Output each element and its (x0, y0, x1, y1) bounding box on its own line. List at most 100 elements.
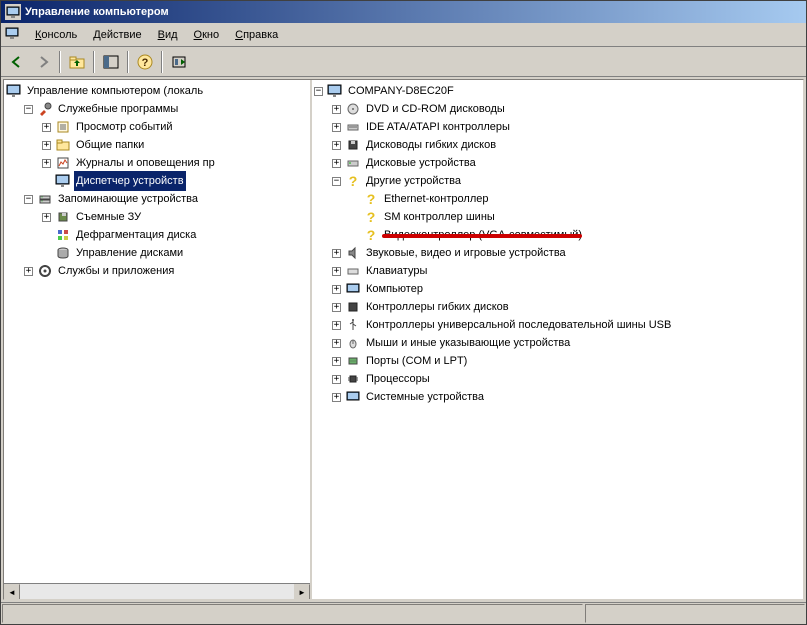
expander-plus[interactable]: + (332, 321, 341, 330)
help-button[interactable]: ? (133, 50, 157, 74)
expander-plus[interactable]: + (332, 357, 341, 366)
expander-plus[interactable]: + (332, 249, 341, 258)
sound-icon (345, 245, 361, 261)
services-apps-label[interactable]: Службы и приложения (56, 261, 176, 281)
processors-label[interactable]: Процессоры (364, 369, 432, 389)
expander-plus[interactable]: + (42, 213, 51, 222)
left-pane: Управление компьютером (локаль − Служебн… (4, 80, 312, 599)
expander-minus[interactable]: − (332, 177, 341, 186)
expander-plus[interactable]: + (24, 267, 33, 276)
computer-cat-label[interactable]: Компьютер (364, 279, 425, 299)
expander-plus[interactable]: + (332, 393, 341, 402)
usb-icon (345, 317, 361, 333)
expander-plus[interactable]: + (332, 285, 341, 294)
perf-logs-icon (55, 155, 71, 171)
computer-icon (6, 83, 22, 99)
titlebar[interactable]: Управление компьютером (1, 1, 806, 23)
svg-text:?: ? (142, 57, 149, 69)
expander-plus[interactable]: + (332, 105, 341, 114)
app-icon (5, 4, 21, 20)
menu-app-icon[interactable] (5, 27, 21, 43)
disk-drives-label[interactable]: Дисковые устройства (364, 153, 478, 173)
expander-none (42, 249, 51, 258)
floppy-drives-label[interactable]: Дисководы гибких дисков (364, 135, 498, 155)
perf-logs-label[interactable]: Журналы и оповещения пр (74, 153, 217, 173)
usb-ctrl-label[interactable]: Контроллеры универсальной последовательн… (364, 315, 673, 335)
ports-icon (345, 353, 361, 369)
toolbar-sep (161, 51, 163, 73)
cpu-icon (345, 371, 361, 387)
expander-plus[interactable]: + (332, 375, 341, 384)
floppy-ctrl-icon (345, 299, 361, 315)
disk-mgmt-icon (55, 245, 71, 261)
keyboard-icon (345, 263, 361, 279)
expander-minus[interactable]: − (24, 105, 33, 114)
ide-label[interactable]: IDE ATA/ATAPI контроллеры (364, 117, 512, 137)
forward-button[interactable] (31, 50, 55, 74)
toolbar-sep (127, 51, 129, 73)
mouse-icon (345, 335, 361, 351)
system-tools-label[interactable]: Служебные программы (56, 99, 180, 119)
defrag-label[interactable]: Дефрагментация диска (74, 225, 198, 245)
device-manager-label[interactable]: Диспетчер устройств (74, 171, 186, 191)
expander-minus[interactable]: − (314, 87, 323, 96)
sm-bus-label[interactable]: SM контроллер шины (382, 207, 497, 227)
computer-icon (327, 83, 343, 99)
red-annotation-line (382, 234, 582, 238)
dvd-icon (345, 101, 361, 117)
expander-minus[interactable]: − (24, 195, 33, 204)
disk-mgmt-label[interactable]: Управление дисками (74, 243, 185, 263)
other-devices-label[interactable]: Другие устройства (364, 171, 463, 191)
computer-root-label[interactable]: COMPANY-D8EC20F (346, 81, 456, 101)
expander-plus[interactable]: + (42, 159, 51, 168)
show-hide-tree-button[interactable] (99, 50, 123, 74)
event-viewer-label[interactable]: Просмотр событий (74, 117, 175, 137)
keyboards-label[interactable]: Клавиатуры (364, 261, 429, 281)
menu-console[interactable]: Консоль (27, 27, 85, 43)
removable-storage-label[interactable]: Съемные ЗУ (74, 207, 143, 227)
menubar: Консоль Действие Вид Окно Справка (1, 23, 806, 47)
back-button[interactable] (5, 50, 29, 74)
shared-folders-label[interactable]: Общие папки (74, 135, 146, 155)
system-devices-label[interactable]: Системные устройства (364, 387, 486, 407)
question-icon: ? (363, 227, 379, 243)
menu-help[interactable]: Справка (227, 27, 286, 43)
expander-plus[interactable]: + (332, 123, 341, 132)
expander-plus[interactable]: + (332, 141, 341, 150)
expander-plus[interactable]: + (332, 339, 341, 348)
left-scrollbar-h[interactable]: ◄ ► (4, 583, 310, 599)
expander-plus[interactable]: + (42, 141, 51, 150)
left-tree: Управление компьютером (локаль − Служебн… (4, 80, 310, 282)
mice-label[interactable]: Мыши и иные указывающие устройства (364, 333, 572, 353)
menu-window[interactable]: Окно (186, 27, 228, 43)
toolbar: ? (1, 47, 806, 77)
floppy-ctrl-label[interactable]: Контроллеры гибких дисков (364, 297, 511, 317)
expander-none (42, 231, 51, 240)
expander-plus[interactable]: + (332, 303, 341, 312)
right-pane: − COMPANY-D8EC20F + DVD и CD-ROM дисковод… (312, 80, 803, 599)
scroll-track[interactable] (20, 584, 294, 599)
dvd-label[interactable]: DVD и CD-ROM дисководы (364, 99, 507, 119)
computer-management-window: Управление компьютером Консоль Действие … (0, 0, 807, 625)
scroll-left-arrow[interactable]: ◄ (4, 584, 20, 599)
expander-plus[interactable]: + (332, 159, 341, 168)
ethernet-label[interactable]: Ethernet-контроллер (382, 189, 490, 209)
sound-label[interactable]: Звуковые, видео и игровые устройства (364, 243, 568, 263)
tree-root-label[interactable]: Управление компьютером (локаль (25, 81, 205, 101)
menu-view[interactable]: Вид (150, 27, 186, 43)
ports-label[interactable]: Порты (COM и LPT) (364, 351, 469, 371)
removable-storage-icon (55, 209, 71, 225)
menu-action[interactable]: Действие (85, 27, 149, 43)
expander-plus[interactable]: + (42, 123, 51, 132)
properties-button[interactable] (167, 50, 191, 74)
device-manager-icon (55, 173, 71, 189)
storage-label[interactable]: Запоминающие устройства (56, 189, 200, 209)
toolbar-sep (59, 51, 61, 73)
event-viewer-icon (55, 119, 71, 135)
expander-plus[interactable]: + (332, 267, 341, 276)
up-button[interactable] (65, 50, 89, 74)
tools-icon (37, 101, 53, 117)
expander-none (42, 177, 51, 186)
scroll-right-arrow[interactable]: ► (294, 584, 310, 599)
right-tree: − COMPANY-D8EC20F + DVD и CD-ROM дисковод… (312, 80, 803, 408)
